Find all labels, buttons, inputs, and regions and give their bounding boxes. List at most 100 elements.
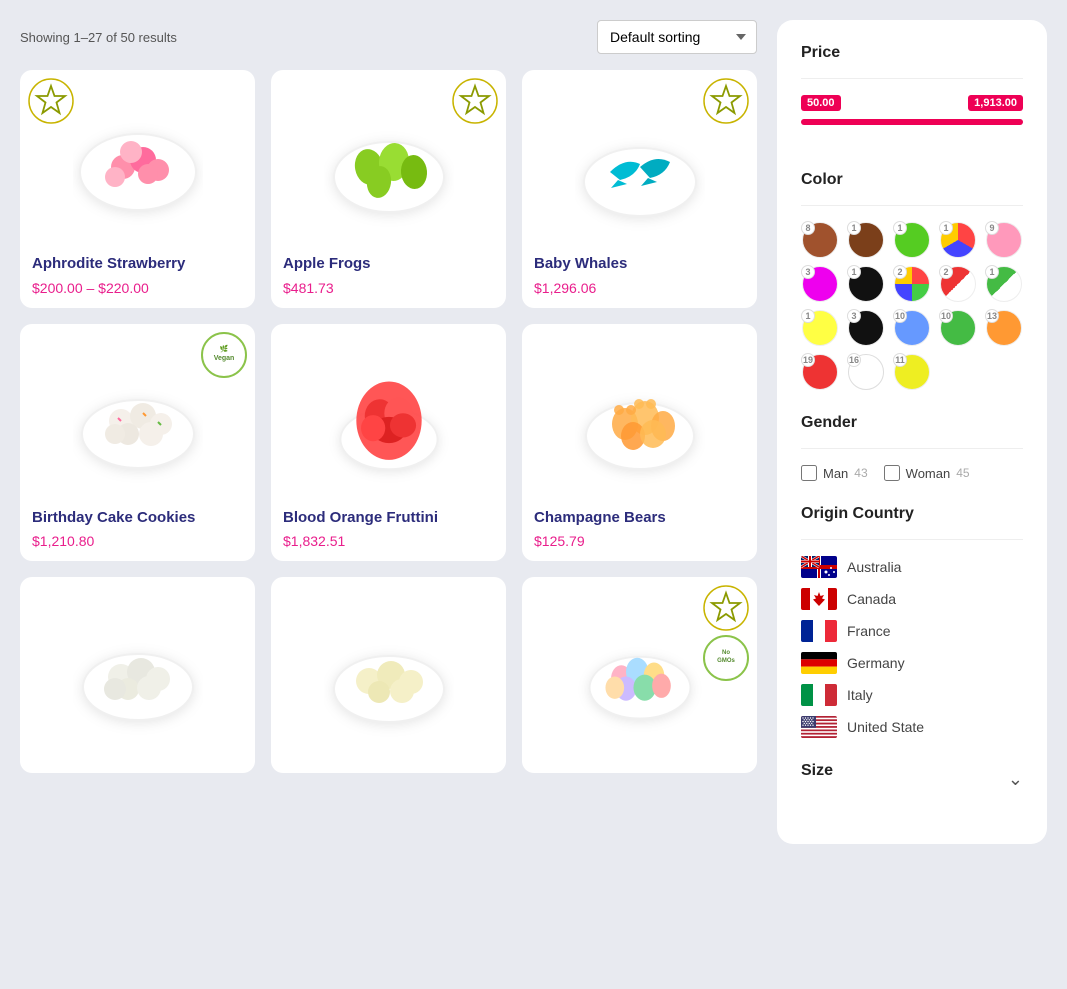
sidebar: Price 50.00 1,913.00 Color 8 — [777, 20, 1047, 844]
main-content: Showing 1–27 of 50 results Default sorti… — [20, 20, 757, 844]
country-name: France — [847, 623, 891, 639]
color-swatch-blue[interactable]: 10 — [893, 310, 931, 346]
star-badge — [703, 78, 749, 129]
color-swatch-lime[interactable]: 10 — [939, 310, 977, 346]
country-name: United State — [847, 719, 924, 735]
color-swatch-pink[interactable]: 9 — [985, 222, 1023, 258]
product-card[interactable]: Blood Orange Fruttini $1,832.51 — [271, 324, 506, 562]
product-price: $200.00 – $220.00 — [32, 280, 243, 296]
color-swatch-green[interactable]: 1 — [893, 222, 931, 258]
flag-ca — [801, 588, 837, 610]
flag-it — [801, 684, 837, 706]
color-swatch-white[interactable]: 16 — [847, 354, 885, 390]
product-image — [534, 336, 745, 496]
product-name: Aphrodite Strawberry — [32, 254, 243, 274]
color-swatch-greenwhite[interactable]: 1 — [985, 266, 1023, 302]
product-name: Champagne Bears — [534, 508, 745, 528]
country-name: Canada — [847, 591, 896, 607]
origin-filter: Origin Country — [801, 505, 1023, 738]
product-card[interactable] — [20, 577, 255, 773]
gender-man-label: Man — [823, 466, 848, 481]
color-swatch-yellow[interactable]: 1 — [801, 310, 839, 346]
country-name: Italy — [847, 687, 873, 703]
results-count: Showing 1–27 of 50 results — [20, 30, 177, 45]
sort-select[interactable]: Default sortingPrice: Low to HighPrice: … — [597, 20, 757, 54]
star-badge — [703, 585, 749, 631]
gender-man-count: 43 — [854, 466, 867, 480]
country-italy[interactable]: Italy — [801, 684, 1023, 706]
color-swatch-magenta[interactable]: 3 — [801, 266, 839, 302]
price-title: Price — [801, 44, 1023, 62]
product-image — [283, 336, 494, 496]
product-name: Blood Orange Fruttini — [283, 508, 494, 528]
product-card[interactable]: Apple Frogs $481.73 — [271, 70, 506, 308]
product-image — [283, 589, 494, 749]
price-values: 50.00 1,913.00 — [801, 95, 1023, 111]
vegan-badge: 🌿 Vegan — [201, 332, 247, 378]
product-name: Baby Whales — [534, 254, 745, 274]
country-australia[interactable]: Australia — [801, 556, 1023, 578]
gender-woman-label: Woman — [906, 466, 951, 481]
gender-woman-checkbox[interactable] — [884, 465, 900, 481]
product-name: Birthday Cake Cookies — [32, 508, 243, 528]
price-range-track — [801, 119, 1023, 125]
price-filter: Price 50.00 1,913.00 — [801, 44, 1023, 147]
flag-us — [801, 716, 837, 738]
color-swatch-multi2[interactable]: 2 — [893, 266, 931, 302]
color-swatch-multi1[interactable]: 1 — [939, 222, 977, 258]
price-range-fill — [801, 119, 1023, 125]
country-canada[interactable]: Canada — [801, 588, 1023, 610]
country-usa[interactable]: United State — [801, 716, 1023, 738]
badges: No GMOs — [703, 585, 749, 681]
flag-fr — [801, 620, 837, 642]
color-swatch-darkbrown[interactable]: 1 — [847, 222, 885, 258]
country-france[interactable]: France — [801, 620, 1023, 642]
product-image — [32, 589, 243, 749]
country-name: Germany — [847, 655, 905, 671]
country-name: Australia — [847, 559, 901, 575]
product-price: $1,296.06 — [534, 280, 745, 296]
star-badge — [452, 78, 498, 129]
color-swatch-orange[interactable]: 13 — [985, 310, 1023, 346]
product-card[interactable]: 🌿 Vegan — [20, 324, 255, 562]
origin-title: Origin Country — [801, 505, 1023, 523]
color-grid: 8 1 1 1 — [801, 222, 1023, 390]
color-filter: Color 8 1 1 — [801, 171, 1023, 390]
no-gmos-badge: No GMOs — [703, 635, 749, 681]
country-list: Australia Canada — [801, 556, 1023, 738]
color-swatch-brown[interactable]: 8 — [801, 222, 839, 258]
product-card[interactable]: Champagne Bears $125.79 — [522, 324, 757, 562]
size-title: Size — [801, 762, 833, 780]
price-max: 1,913.00 — [968, 95, 1023, 111]
product-name: Apple Frogs — [283, 254, 494, 274]
gender-filter: Gender Man 43 Woman 45 — [801, 414, 1023, 481]
product-price: $125.79 — [534, 533, 745, 549]
color-swatch-brightyellow[interactable]: 11 — [893, 354, 931, 390]
product-card[interactable]: No GMOs — [522, 577, 757, 773]
product-card[interactable] — [271, 577, 506, 773]
product-price: $1,210.80 — [32, 533, 243, 549]
star-badge — [28, 78, 74, 129]
gender-woman[interactable]: Woman 45 — [884, 465, 970, 481]
chevron-down-icon: ⌄ — [1008, 769, 1023, 790]
country-germany[interactable]: Germany — [801, 652, 1023, 674]
gender-options: Man 43 Woman 45 — [801, 465, 1023, 481]
gender-title: Gender — [801, 414, 1023, 432]
product-card[interactable]: Baby Whales $1,296.06 — [522, 70, 757, 308]
product-price: $1,832.51 — [283, 533, 494, 549]
gender-woman-count: 45 — [956, 466, 969, 480]
size-header[interactable]: Size ⌄ — [801, 762, 1023, 796]
product-card[interactable]: Aphrodite Strawberry $200.00 – $220.00 — [20, 70, 255, 308]
color-swatch-black[interactable]: 1 — [847, 266, 885, 302]
color-title: Color — [801, 171, 1023, 189]
product-price: $481.73 — [283, 280, 494, 296]
gender-man[interactable]: Man 43 — [801, 465, 868, 481]
color-swatch-red[interactable]: 19 — [801, 354, 839, 390]
gender-man-checkbox[interactable] — [801, 465, 817, 481]
product-grid: Aphrodite Strawberry $200.00 – $220.00 — [20, 70, 757, 773]
flag-de — [801, 652, 837, 674]
color-swatch-black2[interactable]: 3 — [847, 310, 885, 346]
size-filter: Size ⌄ — [801, 762, 1023, 796]
price-min: 50.00 — [801, 95, 841, 111]
color-swatch-redwhite[interactable]: 2 — [939, 266, 977, 302]
